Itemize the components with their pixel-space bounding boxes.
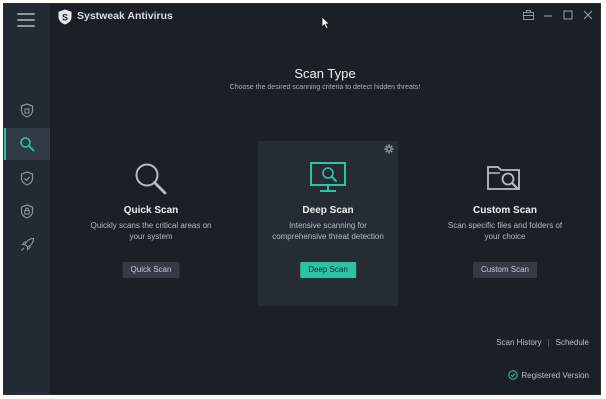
search-icon <box>20 137 35 152</box>
schedule-link[interactable]: Schedule <box>556 338 589 347</box>
check-circle-icon <box>508 370 519 380</box>
close-button[interactable] <box>582 9 594 21</box>
sidebar-item-status[interactable] <box>4 94 50 126</box>
sidebar-item-protection[interactable] <box>4 162 50 194</box>
footer-separator: | <box>547 338 550 347</box>
app-window: S Systweak Antivirus Scan Type Choose th… <box>3 3 601 395</box>
window-controls <box>522 9 594 21</box>
registered-version-label: Registered Version <box>521 370 589 380</box>
sidebar-item-scan[interactable] <box>4 128 50 160</box>
shield-home-icon <box>20 102 34 118</box>
monitor-scan-icon <box>310 162 346 192</box>
shield-check-icon <box>20 170 34 186</box>
custom-scan-description: Scan specific files and folders of your … <box>447 221 563 241</box>
hamburger-menu-icon[interactable] <box>17 13 35 27</box>
custom-scan-card: Custom Scan Scan specific files and fold… <box>435 141 575 306</box>
rocket-icon <box>20 237 34 251</box>
quick-scan-description: Quickly scans the critical areas on your… <box>90 221 212 241</box>
shield-lock-icon <box>20 203 34 219</box>
custom-scan-button[interactable]: Custom Scan <box>472 262 538 278</box>
custom-scan-title: Custom Scan <box>473 205 537 216</box>
sidebar-item-web-security[interactable] <box>4 195 50 227</box>
systweak-shield-logo-icon: S <box>58 9 72 25</box>
toolbox-icon[interactable] <box>522 9 534 21</box>
deep-scan-button[interactable]: Deep Scan <box>300 262 356 278</box>
sidebar-item-startup[interactable] <box>4 228 50 260</box>
svg-text:S: S <box>62 13 68 23</box>
minimize-button[interactable] <box>542 9 554 21</box>
page-title: Scan Type <box>294 66 356 81</box>
magnifier-icon <box>135 163 167 195</box>
gear-icon[interactable] <box>384 144 394 154</box>
deep-scan-description: Intensive scanning for comprehensive thr… <box>272 221 384 241</box>
page-subtitle: Choose the desired scanning criteria to … <box>229 84 421 91</box>
main-panel: S Systweak Antivirus Scan Type Choose th… <box>50 4 600 394</box>
quick-scan-button[interactable]: Quick Scan <box>122 262 180 278</box>
sidebar <box>4 4 50 394</box>
scan-history-link[interactable]: Scan History <box>496 338 541 347</box>
deep-scan-card: Deep Scan Intensive scanning for compreh… <box>258 141 398 306</box>
folder-scan-icon <box>487 166 520 191</box>
app-title: Systweak Antivirus <box>77 10 173 22</box>
registered-status: Registered Version <box>508 370 589 380</box>
quick-scan-card: Quick Scan Quickly scans the critical ar… <box>81 141 221 306</box>
quick-scan-title: Quick Scan <box>123 205 179 216</box>
maximize-button[interactable] <box>562 9 574 21</box>
deep-scan-title: Deep Scan <box>302 205 354 216</box>
mouse-cursor-icon <box>321 16 331 30</box>
footer-links: Scan History | Schedule <box>496 338 589 347</box>
